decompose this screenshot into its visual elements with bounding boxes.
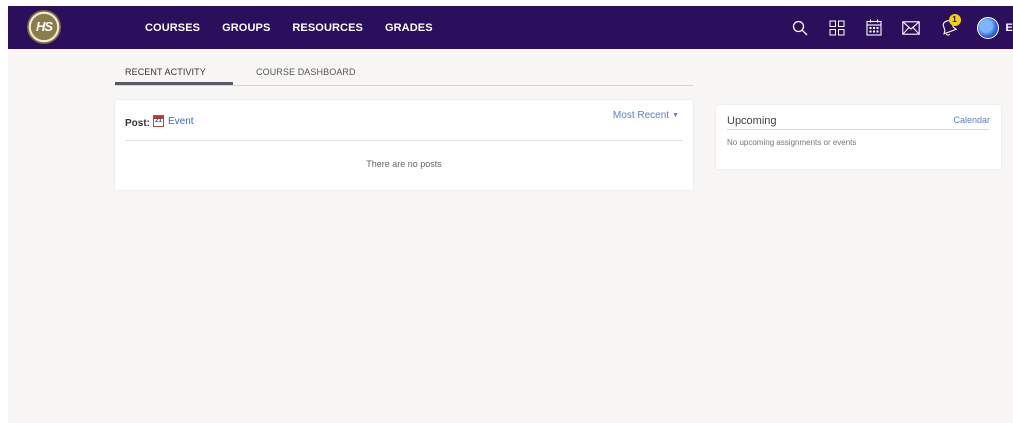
nav-groups[interactable]: GROUPS <box>222 22 270 34</box>
tab-course-dashboard[interactable]: COURSE DASHBOARD <box>256 67 356 77</box>
upcoming-empty-message: No upcoming assignments or events <box>727 138 857 147</box>
post-label: Post: <box>125 118 150 129</box>
notification-badge: 1 <box>948 13 961 26</box>
nav-icon-bar: 1 Es <box>774 6 1013 49</box>
page-frame: HS COURSES GROUPS RESOURCES GRADES 1 E R… <box>8 6 1013 423</box>
tab-recent-activity[interactable]: RECENT ACTIVITY <box>125 67 206 77</box>
mail-icon[interactable] <box>900 17 922 39</box>
school-logo[interactable]: HS <box>27 10 61 44</box>
upcoming-title: Upcoming <box>727 115 777 127</box>
event-calendar-icon: 21 <box>153 115 164 127</box>
bell-icon[interactable]: 1 <box>937 13 961 39</box>
active-tab-indicator <box>115 82 233 85</box>
apps-grid-icon[interactable] <box>826 17 848 39</box>
user-name[interactable]: Es <box>1006 22 1013 34</box>
avatar[interactable] <box>976 16 999 39</box>
sort-dropdown[interactable]: Most Recent ▼ <box>613 110 679 121</box>
calendar-icon[interactable] <box>863 17 885 39</box>
logo-text: HS <box>35 19 53 34</box>
activity-tabs: RECENT ACTIVITY COURSE DASHBOARD <box>115 62 693 86</box>
nav-courses[interactable]: COURSES <box>145 22 200 34</box>
sort-label: Most Recent <box>612 110 670 121</box>
event-label: Event <box>168 115 194 127</box>
event-calendar-day: 21 <box>155 118 162 124</box>
calendar-link[interactable]: Calendar <box>953 115 990 125</box>
search-icon[interactable] <box>789 17 811 39</box>
post-card: Post: 21 Event Most Recent ▼ There are no… <box>115 100 693 190</box>
top-navigation: HS COURSES GROUPS RESOURCES GRADES 1 E <box>8 6 1013 49</box>
empty-posts-message: There are no posts <box>366 159 442 169</box>
post-event-link[interactable]: 21 Event <box>153 115 194 127</box>
nav-grades[interactable]: GRADES <box>385 22 433 34</box>
main-nav: COURSES GROUPS RESOURCES GRADES <box>145 6 455 49</box>
nav-resources[interactable]: RESOURCES <box>292 22 363 34</box>
upcoming-card: Upcoming Calendar No upcoming assignment… <box>716 105 1001 169</box>
caret-down-icon: ▼ <box>672 112 679 119</box>
divider <box>727 129 990 130</box>
divider <box>125 140 683 141</box>
